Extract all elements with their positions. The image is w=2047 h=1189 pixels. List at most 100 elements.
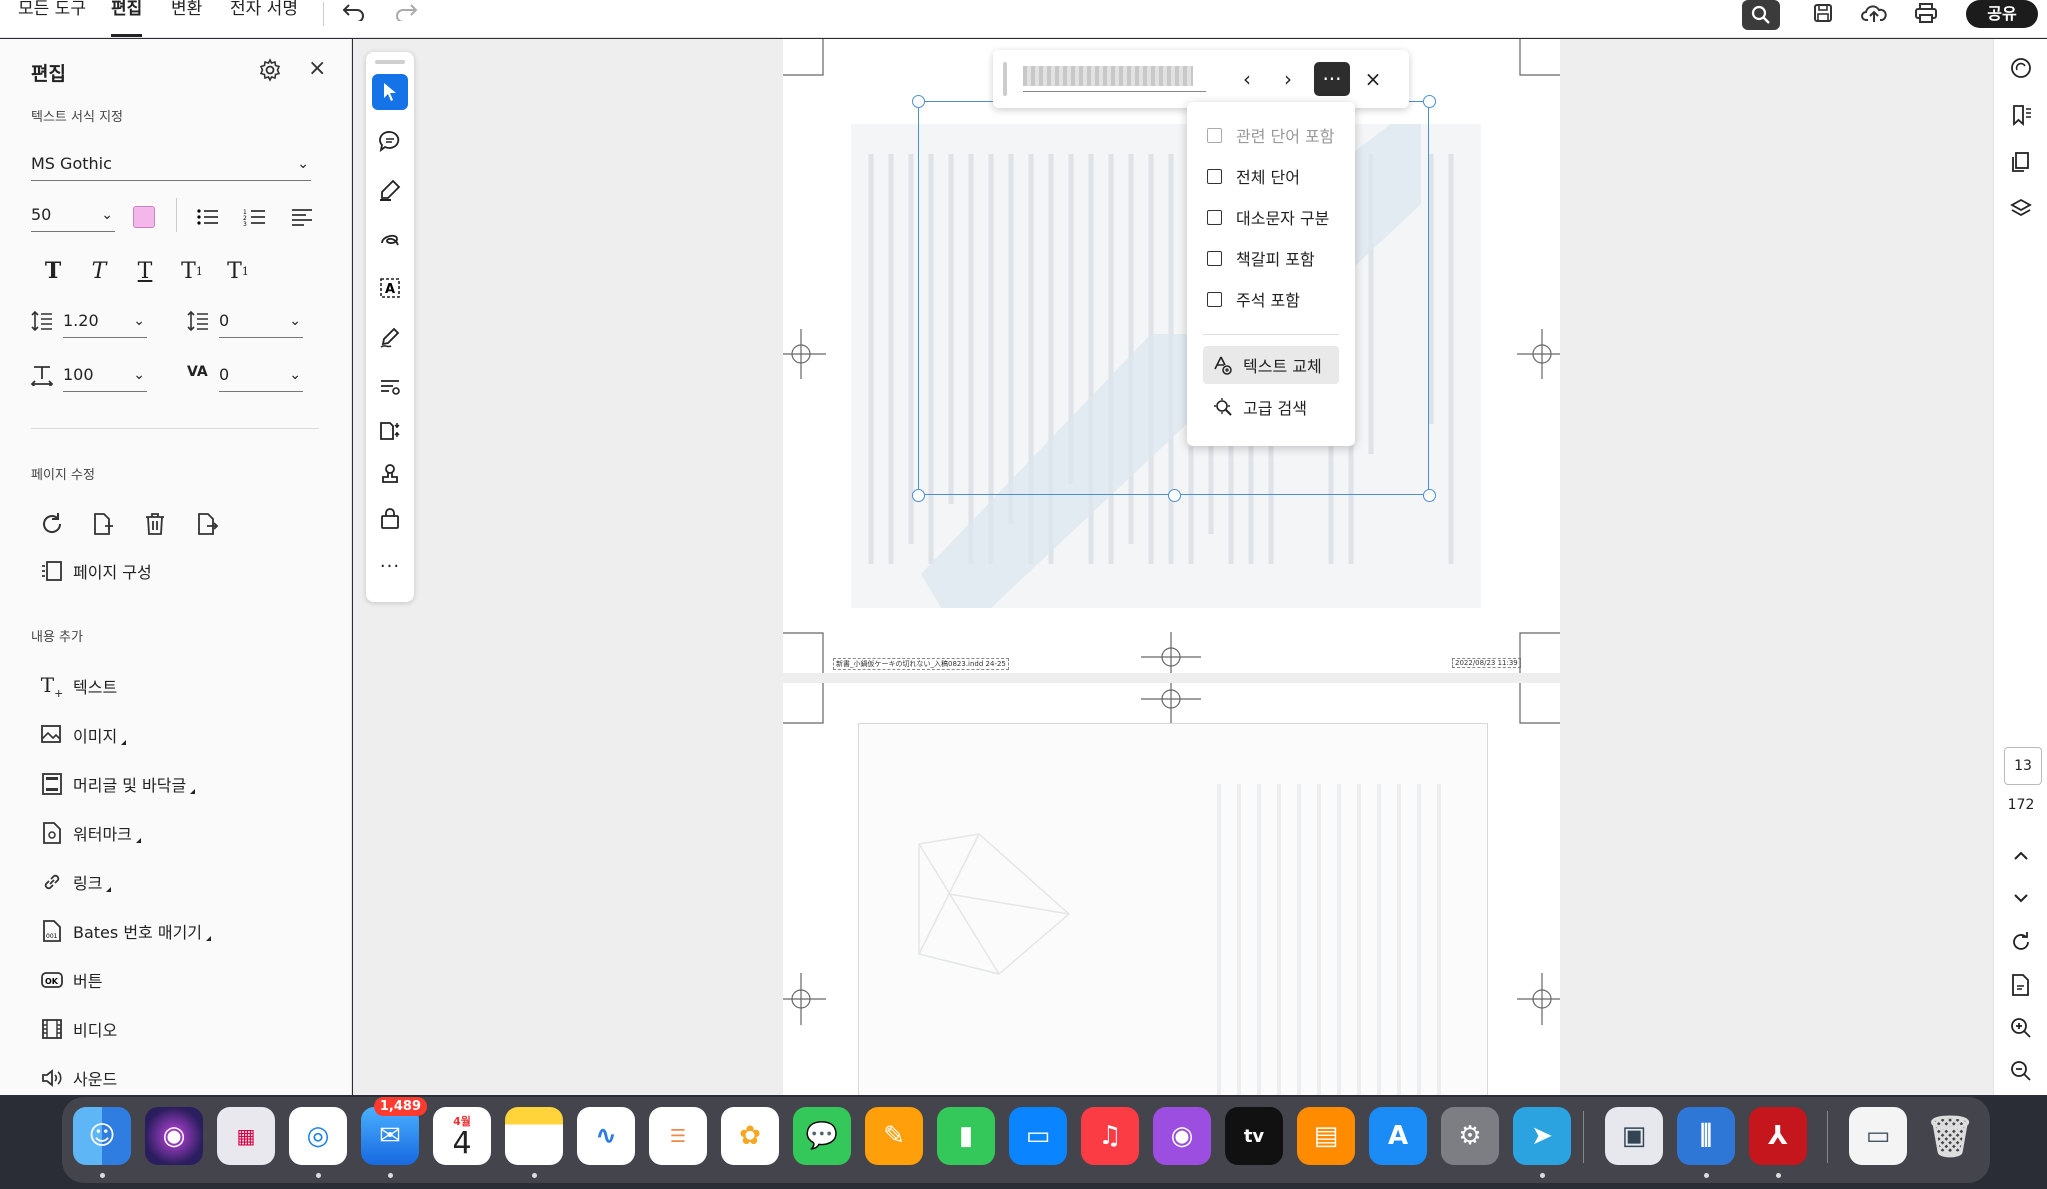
checkbox[interactable] bbox=[1207, 291, 1222, 307]
horizontal-scale-select[interactable]: 100 ⌄ bbox=[63, 358, 147, 392]
menu-e-sign[interactable]: 전자 서명 bbox=[230, 0, 298, 36]
numbers-icon[interactable]: ▮ bbox=[937, 1107, 995, 1165]
find-next-button[interactable]: › bbox=[1270, 62, 1306, 96]
document-page[interactable]: 新書_小鍋仮ケーキの切れない_入稿0823.indd 24-25 2022/08… bbox=[783, 39, 1560, 673]
fit-page-icon[interactable] bbox=[2007, 971, 2035, 999]
settings-gear-icon[interactable] bbox=[258, 58, 282, 86]
checkbox[interactable] bbox=[1207, 209, 1222, 225]
find-previous-button[interactable]: ‹ bbox=[1229, 62, 1265, 96]
font-size-select[interactable]: 50 ⌄ bbox=[31, 198, 115, 232]
freeform-icon[interactable]: ∿ bbox=[577, 1107, 635, 1165]
music-icon[interactable]: ♫ bbox=[1081, 1107, 1139, 1165]
calendar-icon[interactable]: 4월 4 bbox=[433, 1107, 491, 1165]
app-store-icon[interactable]: A bbox=[1369, 1107, 1427, 1165]
add-text-button[interactable]: T+ 텍스트 bbox=[40, 671, 117, 701]
underline-icon[interactable]: T bbox=[130, 256, 160, 286]
bold-icon[interactable]: T bbox=[38, 256, 68, 286]
option-whole-word[interactable]: 전체 단어 bbox=[1207, 163, 1300, 189]
menu-all-tools[interactable]: 모든 도구 bbox=[18, 0, 86, 36]
font-family-select[interactable]: MS Gothic ⌄ bbox=[31, 147, 311, 181]
add-sound-button[interactable]: 사운드 bbox=[40, 1063, 117, 1093]
bookmarks-icon[interactable] bbox=[2007, 101, 2035, 129]
pages-icon[interactable]: ✎ bbox=[865, 1107, 923, 1165]
telegram-icon[interactable]: ➤ bbox=[1513, 1107, 1571, 1165]
stamp-tool-icon[interactable] bbox=[372, 456, 408, 492]
current-page-field[interactable]: 13 bbox=[2004, 747, 2042, 785]
cloud-upload-icon[interactable] bbox=[1857, 0, 1891, 29]
apple-tv-icon[interactable]: tv bbox=[1225, 1107, 1283, 1165]
document-page[interactable] bbox=[783, 683, 1560, 1095]
bates-numbering-button[interactable]: 001 Bates 번호 매기기 bbox=[40, 916, 212, 946]
insert-page-icon[interactable] bbox=[91, 512, 115, 540]
messages-icon[interactable]: 💬 bbox=[793, 1107, 851, 1165]
paragraph-spacing-select[interactable]: 0 ⌄ bbox=[219, 304, 303, 338]
safari-icon[interactable]: ◎ bbox=[289, 1107, 347, 1165]
comment-tool-icon[interactable] bbox=[372, 123, 408, 159]
rotate-page-icon[interactable] bbox=[40, 512, 64, 540]
replace-text-button[interactable]: 텍스트 교체 bbox=[1203, 346, 1339, 384]
undo-icon[interactable] bbox=[337, 0, 371, 28]
menu-edit[interactable]: 편집 bbox=[111, 0, 143, 37]
reminders-icon[interactable]: ☰ bbox=[649, 1107, 707, 1165]
photos-icon[interactable]: ✿ bbox=[721, 1107, 779, 1165]
option-case-sensitive[interactable]: 대소문자 구분 bbox=[1207, 204, 1329, 230]
library-icon[interactable]: ⫼ bbox=[1677, 1107, 1735, 1165]
compress-tool-icon[interactable] bbox=[372, 412, 408, 448]
share-button[interactable]: 공유 bbox=[1966, 0, 2038, 28]
organize-pages-button[interactable]: 페이지 구성 bbox=[40, 556, 152, 586]
screenshot-icon[interactable]: ▭ bbox=[1849, 1107, 1907, 1165]
draw-tool-icon[interactable] bbox=[372, 221, 408, 257]
podcasts-icon[interactable]: ◉ bbox=[1153, 1107, 1211, 1165]
document-canvas[interactable]: 新書_小鍋仮ケーキの切れない_入稿0823.indd 24-25 2022/08… bbox=[353, 39, 1993, 1095]
protect-tool-icon[interactable] bbox=[372, 500, 408, 536]
page-thumbnails-icon[interactable] bbox=[2007, 148, 2035, 176]
launchpad-icon[interactable]: ▦ bbox=[217, 1107, 275, 1165]
drag-handle[interactable] bbox=[1003, 62, 1007, 96]
text-box-tool-icon[interactable]: A bbox=[372, 270, 408, 306]
text-color-swatch[interactable] bbox=[133, 206, 155, 228]
chevron-up-icon[interactable] bbox=[2007, 842, 2035, 870]
delete-page-icon[interactable] bbox=[143, 512, 167, 540]
highlight-tool-icon[interactable] bbox=[372, 172, 408, 208]
option-include-comments[interactable]: 주석 포함 bbox=[1207, 286, 1300, 312]
add-video-button[interactable]: 비디오 bbox=[40, 1014, 117, 1044]
chevron-down-icon[interactable] bbox=[2007, 884, 2035, 912]
keynote-icon[interactable]: ▭ bbox=[1009, 1107, 1067, 1165]
more-tools-icon[interactable]: ··· bbox=[372, 548, 408, 584]
add-image-button[interactable]: 이미지 bbox=[40, 720, 127, 750]
checkbox[interactable] bbox=[1207, 127, 1222, 143]
books-icon[interactable]: ▤ bbox=[1297, 1107, 1355, 1165]
watermark-button[interactable]: 워터마크 bbox=[40, 818, 141, 848]
sign-tool-icon[interactable] bbox=[372, 319, 408, 355]
drag-handle[interactable] bbox=[375, 60, 405, 64]
refresh-icon[interactable] bbox=[2007, 928, 2035, 956]
search-icon[interactable] bbox=[1742, 0, 1780, 30]
system-settings-icon[interactable]: ⚙ bbox=[1441, 1107, 1499, 1165]
add-button-button[interactable]: OK 버튼 bbox=[40, 965, 102, 995]
find-options-button[interactable]: ··· bbox=[1314, 62, 1350, 96]
notes-icon[interactable] bbox=[505, 1107, 563, 1165]
finder-icon[interactable]: ☺ bbox=[73, 1107, 131, 1165]
superscript-icon[interactable]: T1 bbox=[177, 256, 207, 286]
zoom-out-icon[interactable] bbox=[2007, 1057, 2035, 1085]
extract-page-icon[interactable] bbox=[195, 512, 219, 540]
siri-icon[interactable]: ◉ bbox=[145, 1107, 203, 1165]
menu-convert[interactable]: 변환 bbox=[171, 0, 202, 36]
preview-icon[interactable]: ▣ bbox=[1605, 1107, 1663, 1165]
italic-icon[interactable]: T bbox=[84, 256, 114, 286]
checkbox[interactable] bbox=[1207, 168, 1222, 184]
advanced-search-button[interactable]: 고급 검색 bbox=[1203, 388, 1339, 426]
mail-icon[interactable]: ✉ 1,489 bbox=[361, 1097, 427, 1165]
close-panel-icon[interactable]: × bbox=[308, 56, 326, 81]
link-button[interactable]: 링크 bbox=[40, 867, 112, 897]
save-icon[interactable] bbox=[1806, 0, 1840, 29]
ai-assistant-icon[interactable] bbox=[2007, 54, 2035, 82]
zoom-in-icon[interactable] bbox=[2007, 1014, 2035, 1042]
select-tool-icon[interactable] bbox=[372, 74, 408, 110]
layers-icon[interactable] bbox=[2007, 195, 2035, 223]
header-footer-button[interactable]: 머리글 및 바닥글 bbox=[40, 769, 196, 799]
redact-tool-icon[interactable] bbox=[372, 368, 408, 404]
bulleted-list-icon[interactable] bbox=[193, 202, 223, 232]
align-left-icon[interactable] bbox=[287, 202, 317, 232]
subscript-icon[interactable]: T1 bbox=[223, 256, 253, 286]
